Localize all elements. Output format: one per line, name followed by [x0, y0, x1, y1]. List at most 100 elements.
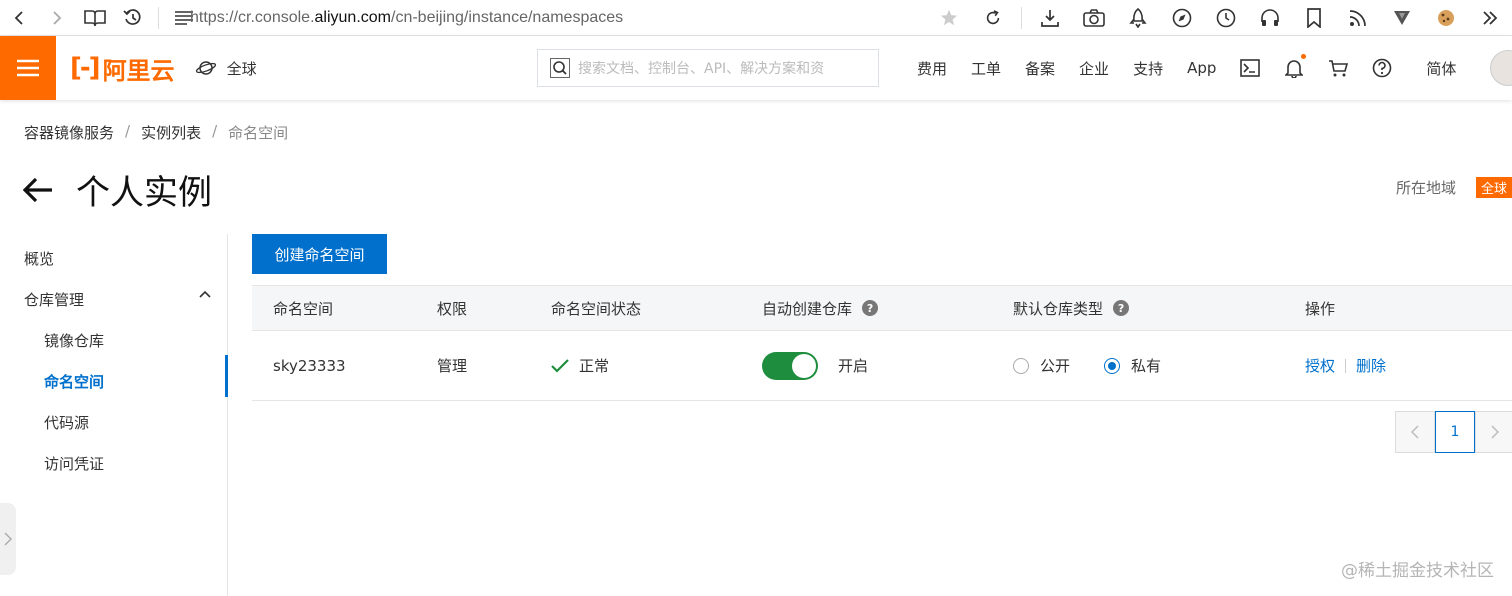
pagination: 1 — [1395, 411, 1512, 453]
toolbar-divider — [158, 6, 159, 29]
status-text: 正常 — [579, 357, 610, 375]
sidebar-group-repo-management[interactable]: 仓库管理 — [24, 289, 84, 310]
search-input[interactable]: 搜索文档、控制台、API、解决方案和资 — [537, 49, 879, 87]
rss-icon[interactable] — [1336, 0, 1380, 36]
next-page-button[interactable] — [1475, 411, 1512, 453]
star-icon[interactable] — [927, 0, 971, 36]
prev-page-button[interactable] — [1395, 411, 1435, 453]
delete-link[interactable]: 删除 — [1356, 355, 1386, 376]
search-placeholder: 搜索文档、控制台、API、解决方案和资 — [578, 61, 825, 77]
check-icon — [551, 358, 569, 373]
radio-public-label[interactable]: 公开 — [1040, 355, 1070, 376]
bookmark-icon[interactable] — [1292, 0, 1336, 36]
breadcrumb-current: 命名空间 — [228, 124, 289, 142]
breadcrumb-item[interactable]: 实例列表 — [141, 122, 201, 143]
aliyun-logo[interactable]: [-] 阿里云 — [70, 51, 175, 86]
help-icon[interactable]: ? — [862, 300, 879, 316]
logo-bracket-icon: [-] — [70, 53, 101, 83]
rocket-icon[interactable] — [1116, 0, 1160, 36]
column-header-auto-create: 自动创建仓库 ? — [762, 286, 879, 330]
column-header-auto-create-label: 自动创建仓库 — [762, 299, 853, 318]
chevron-right-icon — [4, 532, 12, 546]
nav-icp[interactable]: 备案 — [1013, 58, 1067, 79]
language-switch[interactable]: 简体 — [1414, 58, 1468, 79]
breadcrumb-item[interactable]: 容器镜像服务 — [24, 122, 114, 143]
menu-button[interactable] — [0, 36, 56, 100]
nav-billing[interactable]: 费用 — [905, 58, 959, 79]
action-divider — [1345, 358, 1347, 373]
nav-support[interactable]: 支持 — [1121, 58, 1175, 79]
page-number[interactable]: 1 — [1435, 411, 1475, 453]
nav-tickets[interactable]: 工单 — [959, 58, 1013, 79]
download-icon[interactable] — [1028, 0, 1072, 36]
address-bar[interactable]: https://cr.console. aliyun.com/cn-beijing… — [190, 0, 623, 36]
column-header-namespace: 命名空间 — [273, 299, 334, 318]
back-icon[interactable] — [0, 0, 38, 36]
terminal-icon[interactable] — [1228, 59, 1272, 77]
camera-icon[interactable] — [1072, 0, 1116, 36]
cart-icon[interactable] — [1316, 59, 1360, 77]
repo-type-cell: 公开 私有 — [1013, 331, 1161, 400]
help-icon[interactable]: ? — [1113, 300, 1130, 316]
column-header-actions: 操作 — [1305, 299, 1336, 318]
column-header-repo-type-label: 默认仓库类型 — [1013, 299, 1104, 318]
chevron-up-icon[interactable] — [199, 290, 211, 298]
logo-text: 阿里云 — [102, 56, 175, 85]
sidebar-item-code-source[interactable]: 代码源 — [44, 412, 89, 433]
radio-private-label[interactable]: 私有 — [1131, 355, 1161, 376]
sidebar-item-image-repos[interactable]: 镜像仓库 — [44, 330, 104, 351]
column-header-permission: 权限 — [437, 299, 468, 318]
authorize-link[interactable]: 授权 — [1305, 355, 1335, 376]
url-prefix: https://cr.console. — [190, 9, 315, 26]
watermark: @稀土掘金技术社区 — [1341, 561, 1494, 581]
toggle-knob — [792, 353, 816, 378]
column-header-repo-type: 默认仓库类型 ? — [1013, 286, 1130, 330]
notification-dot — [1301, 54, 1307, 59]
region-tag: 全球 — [1475, 177, 1512, 198]
console-header: [-] 阿里云 全球 搜索文档、控制台、API、解决方案和资 费用 工单 备案 … — [0, 36, 1512, 100]
sidebar-item-namespaces[interactable]: 命名空间 — [44, 371, 104, 392]
breadcrumb-separator: / — [125, 122, 131, 140]
namespace-name: sky23333 — [273, 356, 346, 375]
sidebar-item-overview[interactable]: 概览 — [24, 248, 54, 269]
nav-app[interactable]: App — [1175, 59, 1228, 77]
clock-icon[interactable] — [1204, 0, 1248, 36]
table-header: 命名空间 权限 命名空间状态 自动创建仓库 ? 默认仓库类型 ? 操作 — [252, 285, 1512, 331]
nav-enterprise[interactable]: 企业 — [1067, 58, 1121, 79]
refresh-icon[interactable] — [971, 0, 1015, 36]
auto-create-toggle[interactable] — [762, 351, 818, 380]
history-icon[interactable] — [114, 0, 152, 36]
breadcrumb-separator: / — [212, 122, 218, 140]
headphones-icon[interactable] — [1248, 0, 1292, 36]
table-row: sky23333 管理 正常 开启 公开 私有 授权 删除 — [252, 331, 1512, 401]
column-header-status: 命名空间状态 — [551, 299, 642, 318]
cookie-icon[interactable] — [1424, 0, 1468, 36]
back-arrow-icon[interactable] — [22, 177, 54, 203]
help-icon[interactable] — [1360, 58, 1404, 78]
url-domain: aliyun.com — [314, 9, 391, 26]
browser-toolbar: https://cr.console. aliyun.com/cn-beijing… — [0, 0, 1512, 36]
chevron-left-icon — [1411, 425, 1419, 439]
page-title: 个人实例 — [76, 173, 212, 213]
region-label: 全球 — [226, 59, 257, 78]
forward-icon[interactable] — [38, 0, 76, 36]
compass-icon[interactable] — [1160, 0, 1204, 36]
notification-bell-icon[interactable] — [1272, 54, 1316, 78]
actions-cell: 授权 删除 — [1305, 331, 1386, 400]
sidebar-collapse-handle[interactable] — [0, 503, 16, 575]
sidebar-item-access-credentials[interactable]: 访问凭证 — [44, 453, 104, 474]
page-header: 个人实例 — [22, 165, 212, 214]
url-path: /cn-beijing/instance/namespaces — [391, 9, 624, 26]
region-selector[interactable]: 全球 — [195, 58, 257, 79]
breadcrumb: 容器镜像服务 / 实例列表 / 命名空间 — [24, 122, 288, 143]
header-nav: 费用 工单 备案 企业 支持 App 简体 — [905, 36, 1468, 100]
create-namespace-button[interactable]: 创建命名空间 — [252, 234, 387, 274]
radio-private[interactable] — [1104, 357, 1121, 374]
more-tools-icon[interactable] — [1468, 0, 1512, 36]
reader-mode-icon[interactable] — [76, 0, 114, 36]
hamburger-icon — [17, 59, 39, 77]
extension-v-icon[interactable] — [1380, 0, 1424, 36]
radio-public[interactable] — [1013, 357, 1029, 374]
avatar[interactable] — [1490, 50, 1512, 86]
chevron-right-icon — [1491, 425, 1499, 439]
